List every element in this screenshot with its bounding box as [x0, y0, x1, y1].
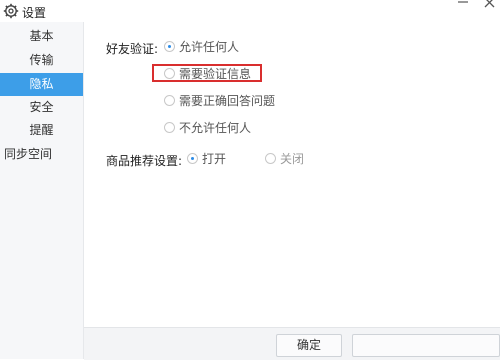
sidebar-item-label: 传输 — [29, 53, 54, 67]
dialog-footer: 确定 — [84, 327, 500, 360]
privacy-settings-panel: 好友验证: 允许任何人 需要验证信息 需要正确回答问题 不允许任何人 商品推荐设… — [84, 22, 500, 327]
radio-deny-anyone[interactable]: 不允许任何人 — [164, 121, 284, 135]
gear-icon — [3, 3, 19, 19]
close-icon[interactable] — [482, 0, 498, 10]
radio-unchecked-icon — [265, 153, 276, 164]
sidebar-item-label: 安全 — [29, 100, 54, 114]
radio-label: 需要验证信息 — [179, 67, 252, 81]
settings-sidebar: 基本 传输 隐私 安全 提醒 同步空间 — [0, 22, 84, 359]
radio-label: 不允许任何人 — [179, 121, 252, 135]
radio-answer-question[interactable]: 需要正确回答问题 — [164, 94, 304, 108]
radio-checked-icon — [164, 41, 175, 52]
radio-unchecked-icon — [164, 68, 175, 79]
radio-allow-anyone[interactable]: 允许任何人 — [164, 40, 284, 54]
radio-label: 关闭 — [280, 152, 305, 166]
sidebar-item-label: 隐私 — [29, 77, 54, 91]
cancel-button[interactable] — [352, 334, 500, 357]
radio-unchecked-icon — [164, 122, 175, 133]
radio-label: 打开 — [202, 152, 227, 166]
sidebar-item-label: 提醒 — [29, 123, 54, 137]
sidebar-item-basic[interactable]: 基本 — [0, 25, 83, 48]
sidebar-item-transfer[interactable]: 传输 — [0, 49, 83, 72]
sidebar-item-privacy[interactable]: 隐私 — [0, 73, 83, 96]
window-title: 设置 — [22, 6, 47, 20]
sidebar-item-label: 基本 — [29, 29, 54, 43]
sidebar-item-security[interactable]: 安全 — [0, 96, 83, 119]
ok-button[interactable]: 确定 — [276, 334, 342, 357]
recommend-settings-label: 商品推荐设置: — [106, 154, 183, 168]
minimize-icon[interactable] — [455, 0, 471, 6]
radio-require-verification[interactable]: 需要验证信息 — [164, 67, 284, 81]
radio-recommend-off[interactable]: 关闭 — [265, 152, 325, 166]
sidebar-item-reminder[interactable]: 提醒 — [0, 119, 83, 142]
radio-unchecked-icon — [164, 95, 175, 106]
sidebar-item-sync-space[interactable]: 同步空间 — [0, 143, 83, 166]
sidebar-item-label: 同步空间 — [4, 147, 53, 161]
radio-recommend-on[interactable]: 打开 — [187, 152, 247, 166]
title-bar: 设置 — [0, 0, 500, 22]
friend-verify-label: 好友验证: — [106, 42, 159, 56]
radio-label: 需要正确回答问题 — [179, 94, 276, 108]
radio-checked-icon — [187, 153, 198, 164]
radio-label: 允许任何人 — [179, 40, 240, 54]
